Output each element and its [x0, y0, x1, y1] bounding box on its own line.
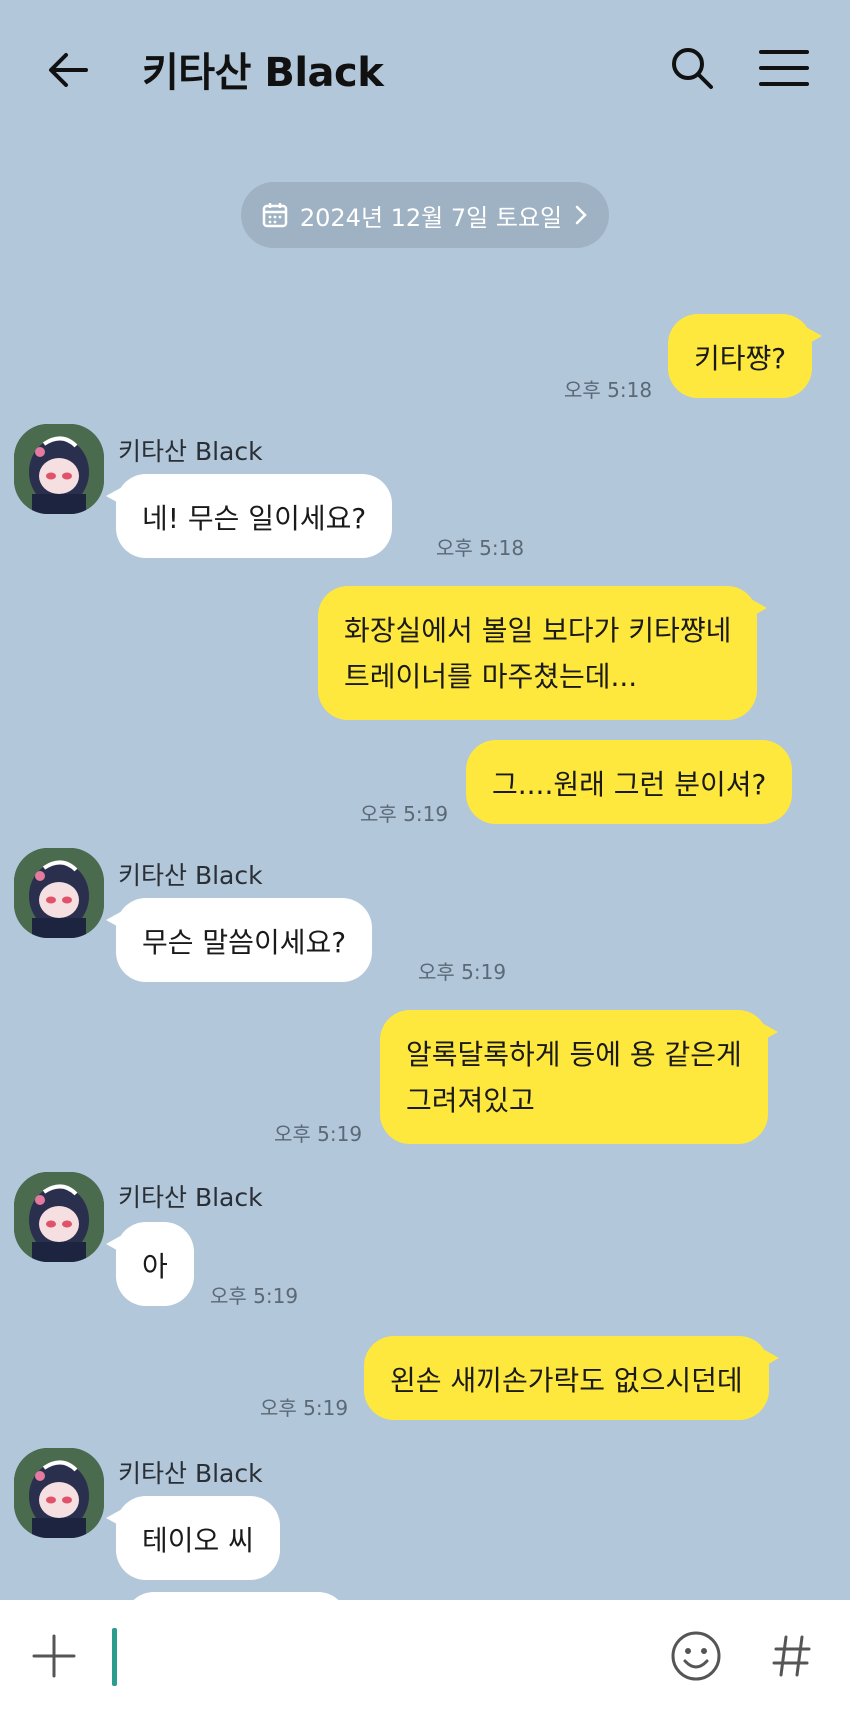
- my-message-bubble[interactable]: 알록달록하게 등에 용 같은게 그려져있고: [380, 1010, 778, 1144]
- emoji-icon: [671, 1631, 721, 1681]
- menu-button[interactable]: [752, 36, 816, 100]
- avatar-image: [14, 424, 104, 514]
- sender-name: 키타산 Black: [118, 1459, 263, 1488]
- avatar-image: [14, 1172, 104, 1262]
- date-label: 2024년 12월 7일 토요일: [299, 203, 563, 232]
- sender-name: 키타산 Black: [118, 861, 263, 890]
- avatar[interactable]: [14, 424, 104, 514]
- message-line: 화장실에서 볼일 보다가 키타쨩네: [344, 614, 732, 647]
- message-time: 오후 5:19: [274, 1122, 363, 1146]
- message-input-bar: [0, 1600, 850, 1713]
- message-text: 아: [142, 1250, 168, 1283]
- my-message-bubble[interactable]: 왼손 새끼손가락도 없으시던데: [364, 1336, 779, 1420]
- message-text: 무슨 말씀이세요?: [142, 926, 347, 959]
- hashtag-button[interactable]: [760, 1624, 824, 1688]
- message-time: 오후 5:18: [436, 536, 525, 560]
- message-time: 오후 5:18: [564, 378, 653, 402]
- message-input[interactable]: [104, 1620, 644, 1694]
- chat-header: 키타산 Black: [0, 0, 850, 140]
- avatar[interactable]: [14, 1448, 104, 1538]
- text-cursor: [112, 1628, 117, 1686]
- attach-button[interactable]: [24, 1626, 84, 1686]
- calendar-icon: [262, 203, 288, 228]
- avatar-image: [14, 848, 104, 938]
- my-message-bubble[interactable]: 그....원래 그런 분이셔?: [466, 740, 793, 824]
- hash-icon: [772, 1635, 811, 1677]
- date-divider[interactable]: 2024년 12월 7일 토요일: [241, 182, 609, 248]
- plus-icon: [32, 1634, 76, 1678]
- message-line: 트레이너를 마주쳤는데...: [344, 660, 638, 693]
- message-line: 그려져있고: [406, 1084, 535, 1117]
- avatar[interactable]: [14, 848, 104, 938]
- their-message-bubble[interactable]: 무슨 말씀이세요?: [105, 898, 373, 982]
- message-text: 왼손 새끼손가락도 없으시던데: [390, 1364, 743, 1397]
- my-message-bubble[interactable]: 화장실에서 볼일 보다가 키타쨩네 트레이너를 마주쳤는데...: [318, 586, 768, 720]
- message-time: 오후 5:19: [260, 1396, 349, 1420]
- message-text: 네! 무슨 일이세요?: [142, 502, 367, 535]
- message-text: 테이오 씨: [142, 1524, 254, 1557]
- arrow-left-icon: [49, 53, 88, 87]
- search-button[interactable]: [660, 36, 724, 100]
- emoji-button[interactable]: [664, 1624, 728, 1688]
- message-text: 그....원래 그런 분이셔?: [492, 768, 767, 801]
- their-message-bubble[interactable]: 아: [106, 1222, 194, 1306]
- sender-name: 키타산 Black: [118, 437, 263, 466]
- chat-title: 키타산 Black: [142, 50, 384, 96]
- message-time: 오후 5:19: [210, 1284, 299, 1308]
- chevron-right-icon: [575, 205, 587, 225]
- message-text: 키타쨩?: [694, 342, 787, 375]
- their-message-bubble[interactable]: 네! 무슨 일이세요?: [105, 474, 393, 558]
- their-message-bubble[interactable]: 테이오 씨: [106, 1496, 280, 1580]
- message-time: 오후 5:19: [418, 960, 507, 984]
- back-button[interactable]: [36, 38, 100, 102]
- message-time: 오후 5:19: [360, 802, 449, 826]
- menu-icon: [759, 50, 809, 86]
- avatar-image: [14, 1448, 104, 1538]
- my-message-bubble[interactable]: 키타쨩?: [668, 314, 823, 398]
- sender-name: 키타산 Black: [118, 1183, 263, 1212]
- avatar[interactable]: [14, 1172, 104, 1262]
- search-icon: [672, 48, 713, 89]
- message-line: 알록달록하게 등에 용 같은게: [406, 1038, 742, 1071]
